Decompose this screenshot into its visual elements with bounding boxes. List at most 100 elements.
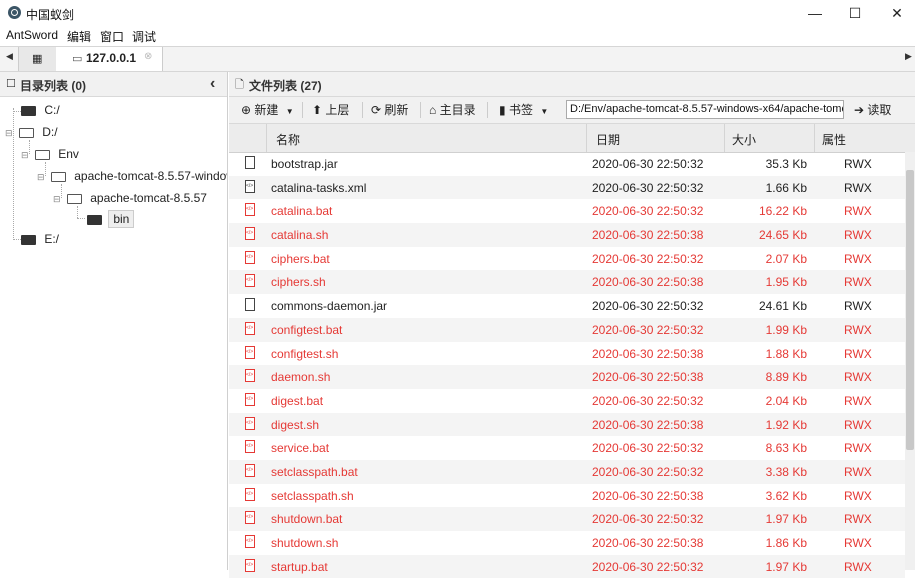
file-row[interactable]: catalina.bat 2020-06-30 22:50:32 16.22 Kb R… [229, 199, 905, 223]
tree-node-env[interactable]: ⊟ Env [21, 147, 79, 169]
file-row[interactable]: daemon.sh 2020-06-30 22:50:38 8.89 Kb RWX [229, 365, 905, 389]
file-name: configtest.bat [271, 322, 343, 337]
folder-icon [21, 105, 36, 116]
file-row[interactable]: digest.sh 2020-06-30 22:50:38 1.92 Kb RWX [229, 412, 905, 437]
file-attr: RWX [844, 204, 872, 219]
file-row[interactable]: catalina.sh 2020-06-30 22:50:38 24.65 Kb RW… [229, 223, 905, 247]
file-row[interactable]: setclasspath.bat 2020-06-30 22:50:32 3.38 … [229, 459, 905, 484]
menu-window[interactable]: 窗口 [100, 28, 124, 45]
toolbar-divider [420, 102, 421, 118]
tab-scroll-left-icon[interactable]: ◀ [6, 51, 13, 62]
file-row[interactable]: ciphers.bat 2020-06-30 22:50:32 2.07 Kb RWX [229, 247, 905, 271]
tree-node-label: C:/ [44, 103, 60, 117]
tree-node-d[interactable]: ⊟ D:/ [5, 125, 58, 147]
tree-node-bin[interactable]: bin [87, 210, 135, 234]
file-name: catalina-tasks.xml [271, 180, 367, 195]
file-row[interactable]: setclasspath.sh 2020-06-30 22:50:38 3.62 K… [229, 484, 905, 508]
close-window-button[interactable]: ✕ [877, 2, 915, 24]
file-date: 2020-06-30 22:50:38 [592, 370, 704, 385]
collapse-toggle-icon[interactable]: ⊟ [37, 172, 45, 182]
file-row[interactable]: service.bat 2020-06-30 22:50:32 8.63 Kb RWX [229, 436, 905, 460]
file-row[interactable]: bootstrap.jar 2020-06-30 22:50:32 35.3 Kb R… [229, 152, 905, 176]
file-attr: RWX [844, 322, 872, 337]
menu-debug[interactable]: 调试 [132, 28, 156, 45]
tree-node-e[interactable]: E:/ [21, 232, 59, 254]
tree-node-label: Env [58, 147, 79, 161]
file-name: service.bat [271, 441, 330, 456]
bookmark-icon: ▮ [499, 103, 506, 117]
file-size: 2.04 Kb [765, 393, 807, 408]
column-header-name[interactable]: 名称 [276, 131, 300, 148]
bookmark-button[interactable]: ▮ 书签 ▼ [499, 101, 548, 119]
file-attr: RWX [844, 488, 872, 503]
script-file-icon [245, 227, 255, 241]
tab-scroll-right-icon[interactable]: ▶ [905, 51, 912, 62]
file-row[interactable]: ciphers.sh 2020-06-30 22:50:38 1.95 Kb RWX [229, 270, 905, 295]
column-header-date[interactable]: 日期 [596, 131, 620, 148]
tab-home[interactable]: ▦ [18, 47, 57, 71]
script-file-icon [245, 392, 255, 406]
file-name: shutdown.sh [271, 536, 339, 550]
script-file-icon [245, 203, 255, 217]
file-row[interactable]: configtest.sh 2020-06-30 22:50:38 1.88 Kb R… [229, 342, 905, 366]
file-row[interactable]: shutdown.sh 2020-06-30 22:50:38 1.86 Kb RWX [229, 531, 905, 555]
file-row[interactable]: startup.bat 2020-06-30 22:50:32 1.97 Kb RWX [229, 554, 905, 578]
refresh-button[interactable]: ⟳ 刷新 [371, 101, 408, 119]
file-row[interactable]: digest.bat 2020-06-30 22:50:32 2.04 Kb RWX [229, 389, 905, 413]
tree-node-apache-tomcat-windows[interactable]: ⊟ apache-tomcat-8.5.57-windows-x64 [37, 169, 227, 191]
new-button[interactable]: ⊕ 新建 ▼ [241, 101, 294, 119]
file-size: 1.66 Kb [765, 180, 807, 195]
file-date: 2020-06-30 22:50:32 [592, 559, 704, 574]
file-row[interactable]: shutdown.bat 2020-06-30 22:50:32 1.97 Kb RW… [229, 507, 905, 531]
read-button[interactable]: ➔ 读取 [854, 101, 891, 119]
column-header-attr[interactable]: 属性 [822, 131, 846, 148]
tab-close-icon[interactable]: ⊗ [144, 51, 152, 62]
scrollbar-thumb[interactable] [906, 170, 914, 450]
menu-edit[interactable]: 编辑 [67, 28, 91, 45]
script-file-icon [245, 250, 255, 264]
collapse-toggle-icon[interactable]: ⊟ [53, 194, 61, 204]
tree-node-label: D:/ [42, 125, 58, 139]
tab-host[interactable]: ▭ 127.0.0.1 ⊗ [56, 47, 163, 71]
script-file-icon [245, 535, 255, 548]
column-divider [586, 124, 587, 152]
file-name: commons-daemon.jar [271, 299, 388, 314]
up-button[interactable]: ⬆ 上层 [312, 101, 349, 119]
file-attr: RWX [844, 299, 872, 314]
file-attr: RWX [844, 393, 872, 408]
file-size: 1.99 Kb [765, 322, 807, 337]
file-date: 2020-06-30 22:50:32 [592, 322, 704, 337]
file-attr: RWX [844, 441, 872, 456]
column-divider [724, 124, 725, 152]
minimize-button[interactable]: — [795, 2, 835, 24]
file-attr: RWX [844, 464, 872, 479]
collapse-panel-button[interactable]: ‹ [210, 75, 215, 93]
directory-panel: ☐ 目录列表 (0) ‹ C:/ ⊟ D:/ ⊟ Env ⊟ apache-to… [0, 72, 228, 570]
directory-panel-header: ☐ 目录列表 (0) ‹ [0, 72, 227, 97]
collapse-toggle-icon[interactable]: ⊟ [5, 128, 13, 138]
refresh-button-label: 刷新 [384, 103, 409, 117]
menu-antsword[interactable]: AntSword [6, 28, 58, 42]
path-input[interactable]: D:/Env/apache-tomcat-8.5.57-windows-x64/… [566, 100, 844, 119]
file-name: setclasspath.sh [271, 488, 354, 503]
tree-node-c[interactable]: C:/ [21, 103, 60, 125]
file-size: 3.38 Kb [765, 464, 807, 479]
file-date: 2020-06-30 22:50:32 [592, 204, 704, 219]
column-header-size[interactable]: 大小 [732, 131, 756, 148]
file-grid-body: bootstrap.jar 2020-06-30 22:50:32 35.3 Kb R… [229, 152, 905, 578]
toolbar-divider [302, 102, 303, 118]
file-icon [245, 298, 255, 312]
refresh-icon: ⟳ [371, 103, 382, 117]
file-row[interactable]: configtest.bat 2020-06-30 22:50:32 1.99 Kb… [229, 317, 905, 342]
file-size: 24.65 Kb [758, 228, 807, 243]
home-button[interactable]: ⌂ 主目录 [429, 101, 476, 119]
file-attr: RWX [844, 536, 872, 550]
file-date: 2020-06-30 22:50:38 [592, 488, 704, 503]
file-size: 3.62 Kb [765, 488, 807, 503]
script-file-icon [245, 463, 255, 477]
file-row[interactable]: commons-daemon.jar 2020-06-30 22:50:32 24.… [229, 294, 905, 318]
maximize-button[interactable]: ☐ [835, 2, 875, 24]
collapse-toggle-icon[interactable]: ⊟ [21, 150, 29, 160]
dropdown-caret-icon: ▼ [285, 107, 294, 116]
file-row[interactable]: catalina-tasks.xml 2020-06-30 22:50:32 1.6… [229, 175, 905, 200]
